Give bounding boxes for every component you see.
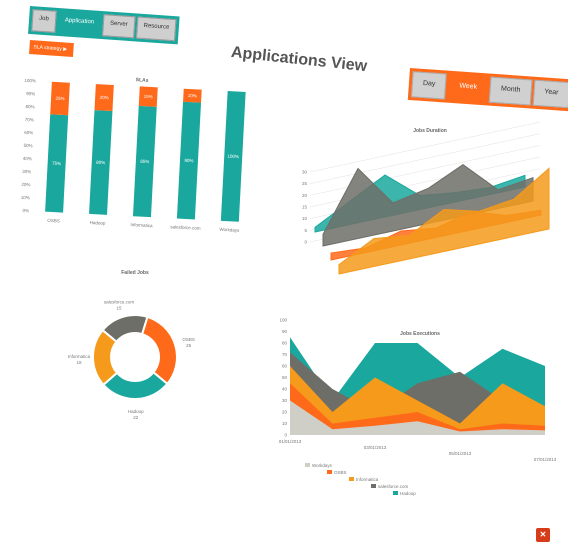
executions-ytick: 30 [282, 398, 288, 403]
sla-bar-label: 85% [140, 159, 149, 164]
donut-slice-name: OSBS [182, 337, 195, 342]
legend-swatch [393, 491, 398, 495]
legend-swatch [371, 484, 376, 488]
executions-ytick: 0 [284, 433, 287, 438]
nav-tabs: Job Application Server Resource [28, 6, 181, 45]
donut-slice-name: salesforce.com [104, 299, 135, 304]
sla-ytick: 70% [25, 117, 34, 122]
executions-xtick: 07/01/2013 [534, 457, 557, 462]
tab-job[interactable]: Job [31, 9, 57, 33]
sla-ytick: 80% [25, 104, 34, 109]
sla-bar-label: 25% [55, 96, 64, 101]
sla-category-label: Workdays [219, 227, 240, 233]
executions-ytick: 40 [282, 387, 288, 392]
sla-strategy-button[interactable]: SLA strategy ▶ [29, 40, 74, 58]
sla-category-label: salesforce.com [170, 224, 201, 231]
sla-bar-label: 90% [184, 158, 193, 163]
donut-slice-value: 22 [133, 415, 139, 420]
sla-ytick: 20% [21, 182, 30, 187]
sla-category-label: OSBS [47, 218, 60, 224]
sla-ytick: 90% [26, 91, 35, 96]
failed-jobs-title: Failed Jobs [121, 270, 149, 276]
sla-chart-title: SLAs [136, 77, 149, 84]
executions-ytick: 60 [282, 364, 288, 369]
sla-ytick: 50% [23, 143, 32, 148]
sla-ytick: 30% [22, 169, 31, 174]
donut-slice-value: 15 [117, 305, 123, 310]
sla-bar-chart: SLAs 0% 10% 20% 30% 40% 50% 60% 70% 80% 90% 100% 7… [21, 77, 246, 233]
donut-slice-value: 25 [186, 343, 192, 348]
sla-ytick: 0% [22, 208, 29, 213]
duration-ytick: 5 [304, 228, 307, 233]
donut-slice [140, 315, 178, 386]
executions-xtick: 03/01/2013 [364, 445, 387, 450]
legend-label: Workdays [312, 463, 333, 468]
legend-label: Hadoop [400, 491, 416, 496]
sla-bar-label: 100% [227, 154, 239, 160]
sla-ytick: 60% [24, 130, 33, 135]
tab-resource[interactable]: Resource [135, 16, 177, 42]
duration-ytick: 30 [302, 170, 308, 175]
excel-icon[interactable]: ✕ [536, 528, 550, 542]
executions-ytick: 80 [282, 341, 288, 346]
period-selector: Day Week Month Year [407, 68, 568, 112]
executions-ytick: 10 [282, 421, 288, 426]
duration-ytick: 10 [302, 216, 308, 221]
legend-swatch [349, 477, 354, 481]
sla-bar-label: 20% [100, 95, 109, 100]
jobs-executions-chart: Jobs Executions 0 10 20 30 40 50 60 70 80 90 100 0… [279, 318, 557, 497]
executions-ytick: 100 [279, 318, 287, 323]
executions-ytick: 90 [282, 329, 288, 334]
executions-xtick: 01/01/2013 [279, 439, 302, 444]
duration-ytick: 15 [302, 205, 308, 210]
sla-ytick: 10% [21, 195, 30, 200]
duration-ytick: 25 [302, 181, 308, 186]
sla-bar-label: 15% [144, 94, 153, 99]
executions-ytick: 50 [282, 375, 288, 380]
period-day-button[interactable]: Day [410, 71, 448, 100]
period-month-button[interactable]: Month [489, 76, 533, 106]
legend-label: salesforce.com [378, 484, 409, 489]
jobs-duration-title: Jobs Duration [413, 128, 447, 134]
period-week-button[interactable]: Week [447, 73, 489, 103]
period-year-button[interactable]: Year [532, 79, 568, 109]
tab-server[interactable]: Server [102, 14, 136, 39]
sla-bar-label: 80% [96, 160, 105, 165]
legend-label: OSBS [334, 470, 347, 475]
legend-label: Informatica [356, 477, 379, 482]
sla-bar-label: 10% [188, 93, 197, 98]
tab-application[interactable]: Application [56, 10, 102, 36]
executions-xtick: 05/01/2013 [449, 451, 472, 456]
legend-swatch [327, 470, 332, 474]
sla-bar-label: 75% [52, 161, 61, 166]
failed-jobs-chart: Failed Jobs OSBS25 Hadoop22 Informatica18 s… [68, 270, 195, 420]
jobs-duration-chart: Jobs Duration 0 5 10 15 20 25 30 [302, 121, 550, 275]
duration-ytick: 20 [302, 193, 308, 198]
sla-category-label: Hadoop [90, 220, 106, 226]
sla-ytick: 100% [24, 78, 36, 84]
sla-ytick: 40% [23, 156, 32, 161]
executions-ytick: 20 [282, 410, 288, 415]
duration-ytick: 0 [304, 240, 307, 245]
legend-swatch [305, 463, 310, 467]
executions-ytick: 70 [282, 352, 288, 357]
jobs-executions-title: Jobs Executions [400, 331, 440, 337]
donut-slice-name: Informatica [68, 354, 91, 359]
donut-slice-value: 18 [76, 360, 82, 365]
sla-category-label: Informatica [130, 222, 153, 228]
donut-slice-name: Hadoop [128, 409, 144, 414]
